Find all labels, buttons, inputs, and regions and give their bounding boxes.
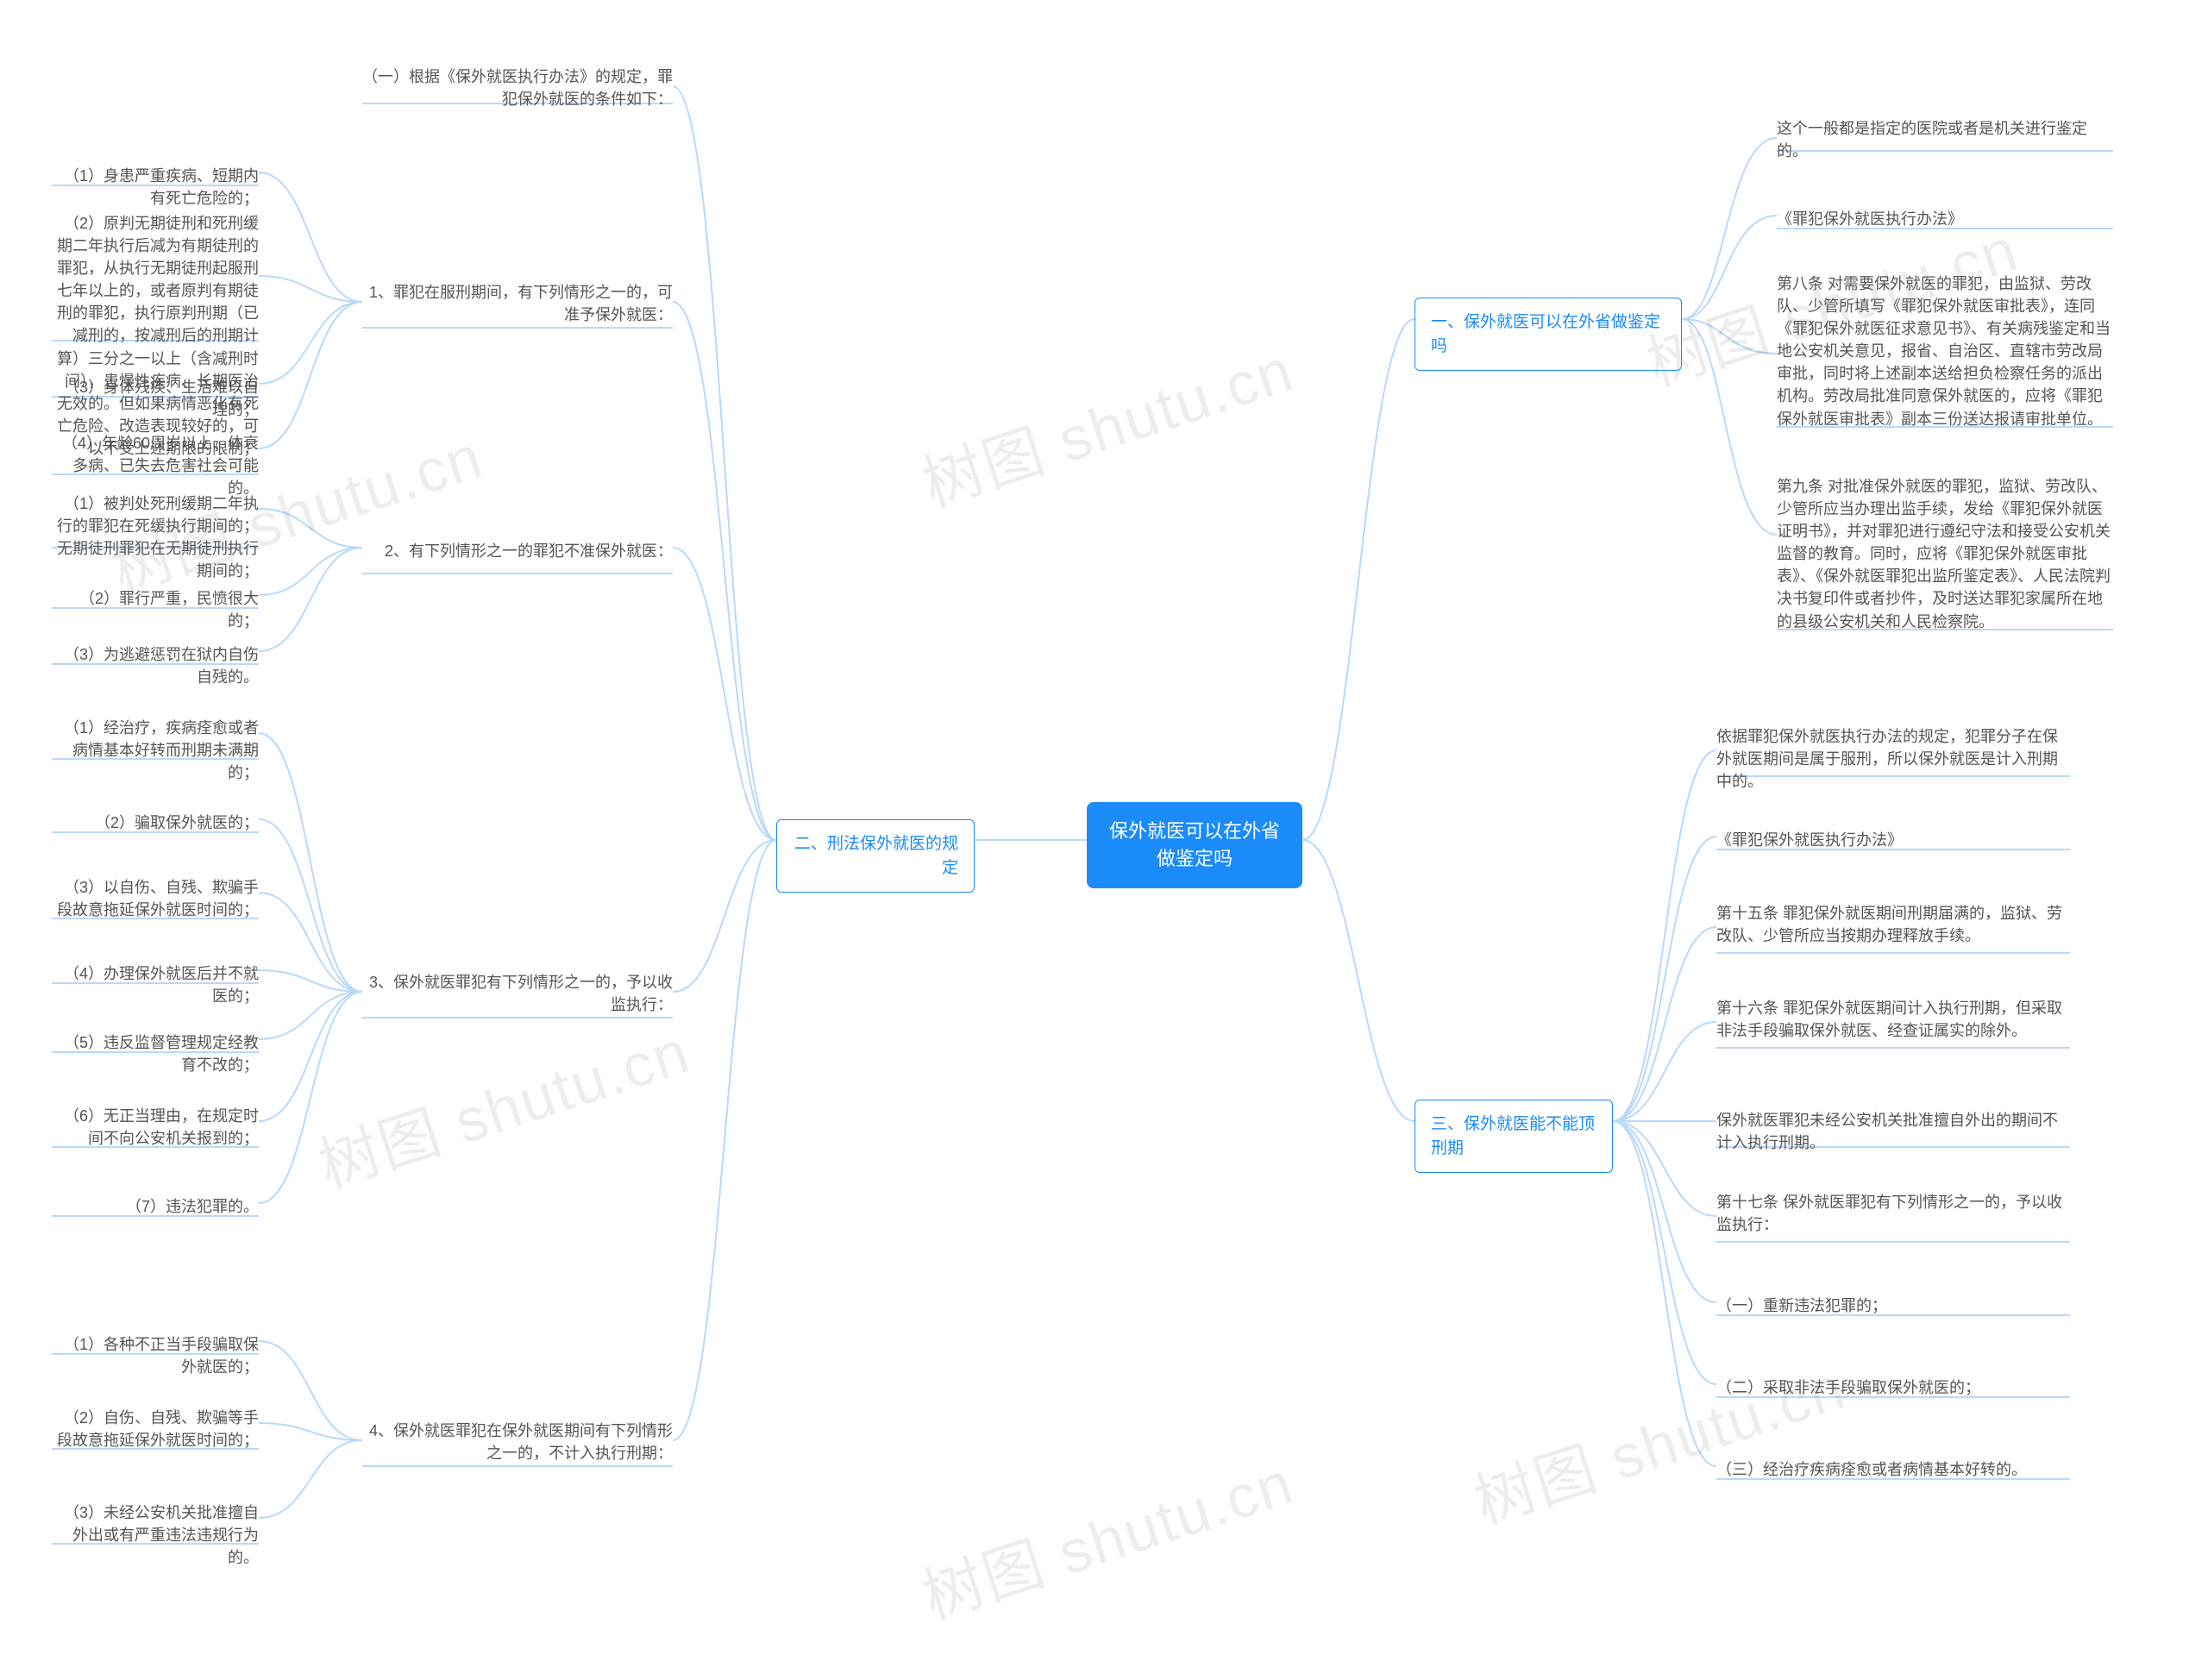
root-node[interactable]: 保外就医可以在外省做鉴定吗: [1087, 802, 1302, 888]
s2-child-1[interactable]: 1、罪犯在服刑期间，有下列情形之一的，可准予保外就医：: [362, 276, 673, 331]
s1-child-0[interactable]: 这个一般都是指定的医院或者是机关进行鉴定的。: [1777, 112, 2113, 167]
s1-child-1[interactable]: 《罪犯保外就医执行办法》: [1777, 203, 2113, 235]
section-1-title[interactable]: 一、保外就医可以在外省做鉴定吗: [1414, 298, 1682, 371]
s2-2-0[interactable]: （1）被判处死刑缓期二年执行的罪犯在死缓执行期间的；无期徒刑罪犯在无期徒刑执行期…: [52, 487, 259, 587]
s3-child-7[interactable]: （二）采取非法手段骗取保外就医的；: [1716, 1371, 2070, 1404]
s2-3-2[interactable]: （3）以自伤、自残、欺骗手段故意拖延保外就医时间的；: [52, 871, 259, 926]
s2-3-1[interactable]: （2）骗取保外就医的；: [52, 806, 259, 839]
s3-child-2[interactable]: 第十五条 罪犯保外就医期间刑期届满的，监狱、劳改队、少管所应当按期办理释放手续。: [1716, 897, 2070, 952]
s3-child-1[interactable]: 《罪犯保外就医执行办法》: [1716, 824, 2070, 856]
s2-3-0[interactable]: （1）经治疗，疾病痊愈或者病情基本好转而刑期未满期的；: [52, 711, 259, 789]
s2-3-3[interactable]: （4）办理保外就医后并不就医的；: [52, 957, 259, 1012]
s3-child-8[interactable]: （三）经治疗疾病痊愈或者病情基本好转的。: [1716, 1453, 2070, 1486]
s2-child-0[interactable]: （一）根据《保外就医执行办法》的规定，罪犯保外就医的条件如下：: [362, 60, 673, 116]
section-2-title[interactable]: 二、刑法保外就医的规定: [776, 819, 975, 893]
s3-child-3[interactable]: 第十六条 罪犯保外就医期间计入执行刑期，但采取非法手段骗取保外就医、经查证属实的…: [1716, 992, 2070, 1047]
s2-3-5[interactable]: （6）无正当理由，在规定时间不向公安机关报到的；: [52, 1100, 259, 1155]
s1-child-3[interactable]: 第九条 对批准保外就医的罪犯，监狱、劳改队、少管所应当办理出监手续，发给《罪犯保…: [1777, 470, 2113, 638]
section-3-title[interactable]: 三、保外就医能不能顶刑期: [1414, 1100, 1613, 1173]
s2-3-4[interactable]: （5）违反监督管理规定经教育不改的；: [52, 1026, 259, 1081]
s2-4-1[interactable]: （2）自伤、自残、欺骗等手段故意拖延保外就医时间的；: [52, 1401, 259, 1457]
s2-2-2[interactable]: （3）为逃避惩罚在狱内自伤自残的。: [52, 638, 259, 693]
s3-child-6[interactable]: （一）重新违法犯罪的；: [1716, 1289, 2070, 1322]
s2-child-3[interactable]: 3、保外就医罪犯有下列情形之一的，予以收监执行：: [362, 966, 673, 1021]
s2-2-1[interactable]: （2）罪行严重，民愤很大的；: [52, 582, 259, 637]
s2-3-6[interactable]: （7）违法犯罪的。: [52, 1190, 259, 1223]
s2-1-2[interactable]: （3）身体残疾、生活难以自理的；: [52, 371, 259, 426]
s3-child-4[interactable]: 保外就医罪犯未经公安机关批准擅自外出的期间不计入执行刑期。: [1716, 1104, 2070, 1159]
s3-child-0[interactable]: 依据罪犯保外就医执行办法的规定，犯罪分子在保外就医期间是属于服刑，所以保外就医是…: [1716, 720, 2070, 798]
s2-4-0[interactable]: （1）各种不正当手段骗取保外就医的；: [52, 1328, 259, 1383]
s2-child-2[interactable]: 2、有下列情形之一的罪犯不准保外就医：: [362, 535, 673, 567]
s2-4-2[interactable]: （3）未经公安机关批准擅自外出或有严重违法违规行为的。: [52, 1496, 259, 1574]
s3-child-5[interactable]: 第十七条 保外就医罪犯有下列情形之一的，予以收监执行：: [1716, 1186, 2070, 1241]
s1-child-2[interactable]: 第八条 对需要保外就医的罪犯，由监狱、劳改队、少管所填写《罪犯保外就医审批表》，…: [1777, 267, 2113, 436]
s2-child-4[interactable]: 4、保外就医罪犯在保外就医期间有下列情形之一的，不计入执行刑期：: [362, 1414, 673, 1470]
